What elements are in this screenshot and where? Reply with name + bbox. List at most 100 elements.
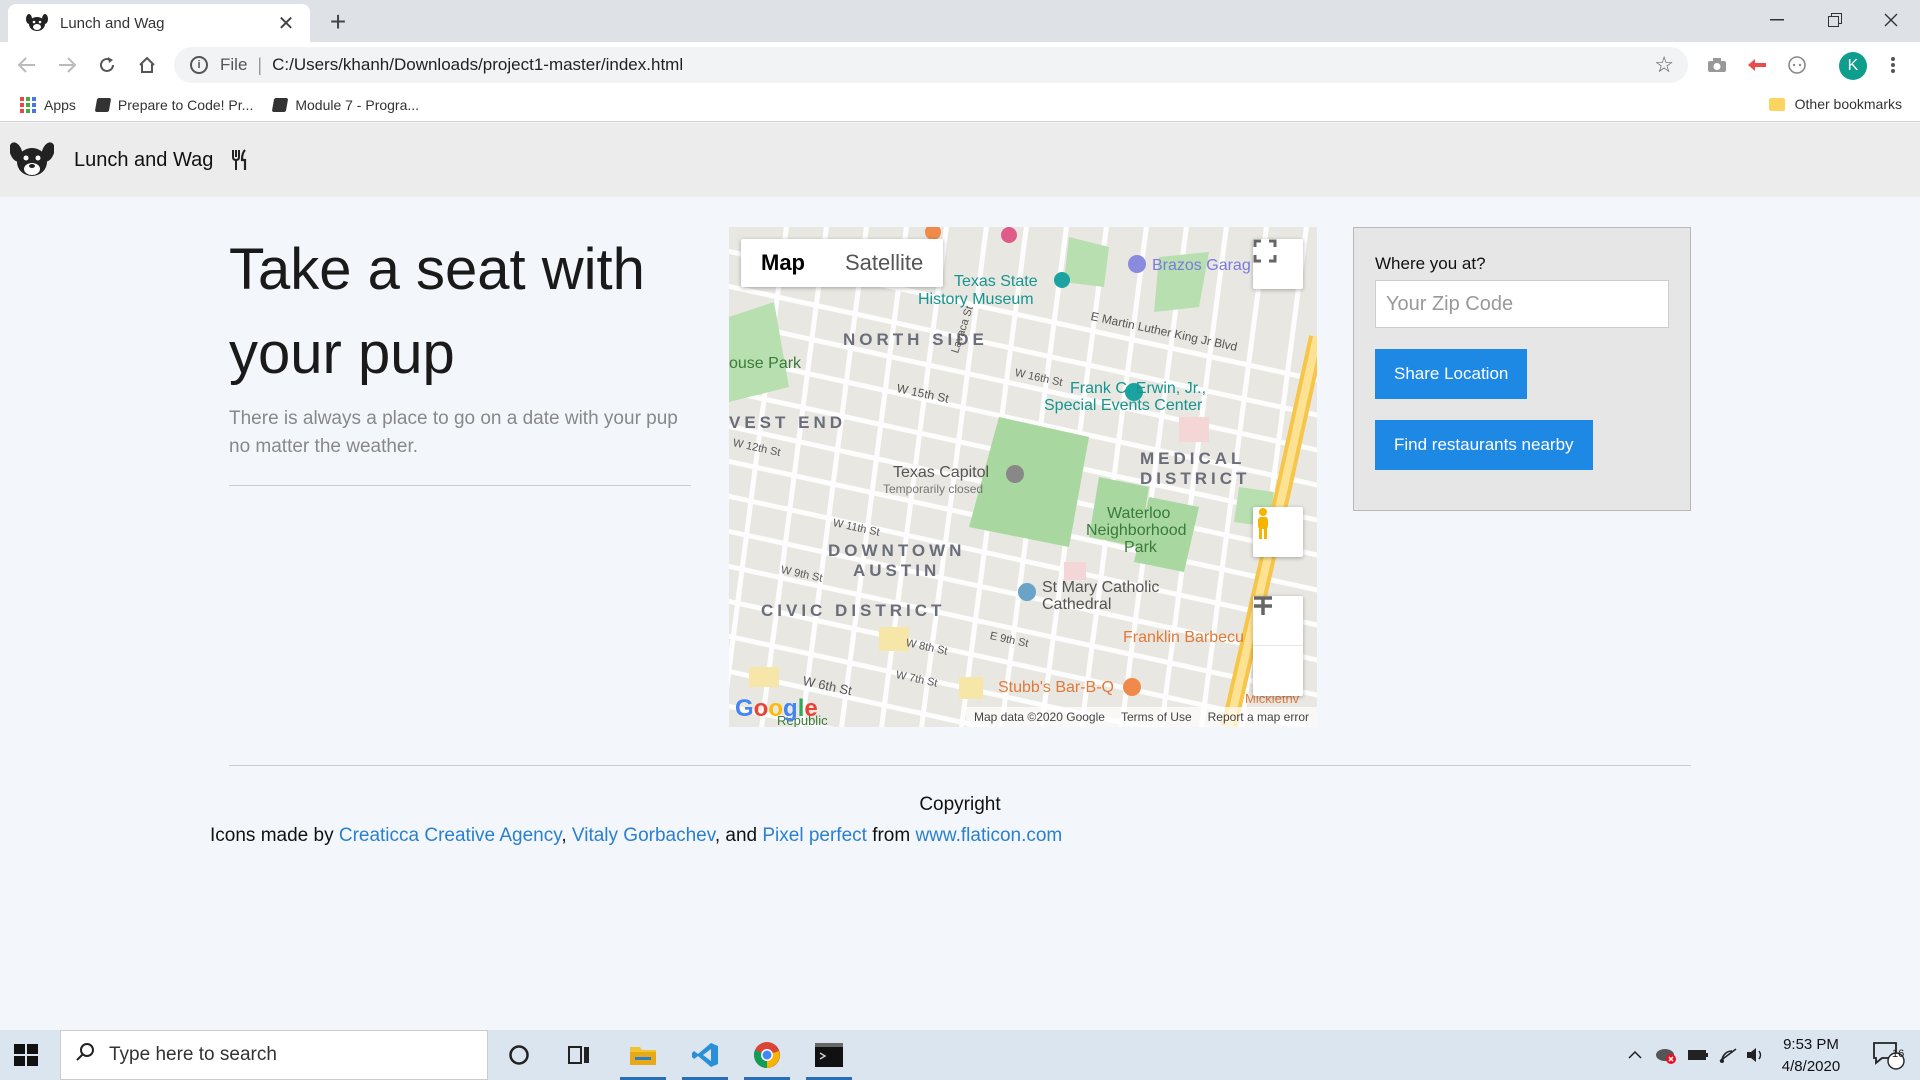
book-icon <box>272 97 289 112</box>
map-label-franklin[interactable]: Franklin Barbecu <box>1123 629 1244 647</box>
other-bookmarks[interactable]: Other bookmarks <box>1768 96 1902 112</box>
wifi-icon[interactable] <box>1714 1030 1742 1080</box>
bookmark-prepare-to-code[interactable]: Prepare to Code! Pr... <box>94 96 254 113</box>
map-label-st-mary-2[interactable]: Cathedral <box>1042 596 1111 614</box>
browser-tab[interactable]: Lunch and Wag ✕ <box>8 4 310 42</box>
map-label-district: DISTRICT <box>1140 469 1251 488</box>
tab-strip: Lunch and Wag ✕ + <box>0 0 1920 42</box>
map-label-history-museum-1[interactable]: Texas State <box>954 273 1038 291</box>
clock-time: 9:53 PM <box>1783 1036 1839 1053</box>
onedrive-error-icon[interactable] <box>1652 1030 1680 1080</box>
map-label-waterloo-2[interactable]: Neighborhood <box>1086 522 1187 540</box>
hero-divider <box>229 485 691 486</box>
zip-code-input[interactable] <box>1375 280 1669 328</box>
taskbar-clock[interactable]: 9:53 PM 4/8/2020 <box>1768 1034 1854 1078</box>
tray-chevron-icon[interactable] <box>1622 1030 1648 1080</box>
credits-prefix: Icons made by <box>210 825 339 846</box>
map-report-error-link[interactable]: Report a map error <box>1200 710 1317 724</box>
map-label-medical: MEDICAL <box>1140 449 1246 468</box>
bookmark-label: Prepare to Code! Pr... <box>117 96 254 113</box>
credit-link-pixel-perfect[interactable]: Pixel perfect <box>762 825 867 846</box>
profile-avatar[interactable]: K <box>1839 52 1867 80</box>
share-location-button[interactable]: Share Location <box>1375 349 1528 399</box>
credit-link-flaticon[interactable]: www.flaticon.com <box>915 825 1062 846</box>
map-label-waterloo-1[interactable]: Waterloo <box>1107 505 1170 523</box>
credit-link-creaticca[interactable]: Creaticca Creative Agency <box>339 825 561 846</box>
vscode-icon[interactable] <box>678 1030 732 1080</box>
credit-link-vitaly[interactable]: Vitaly Gorbachev <box>572 825 715 846</box>
map-label-erwin-center-2[interactable]: Special Events Center <box>1044 397 1202 415</box>
fullscreen-icon[interactable] <box>1253 239 1303 289</box>
reload-icon[interactable] <box>92 50 122 80</box>
camera-extension-icon[interactable] <box>1704 52 1730 78</box>
map-data-credit: Map data ©2020 Google <box>974 710 1105 724</box>
map-label-history-museum-2[interactable]: History Museum <box>918 291 1034 309</box>
file-explorer-icon[interactable] <box>616 1030 670 1080</box>
terminal-icon[interactable] <box>802 1030 856 1080</box>
map-label-waterloo-3[interactable]: Park <box>1124 539 1157 557</box>
map-label-stubbs[interactable]: Stubb's Bar-B-Q <box>998 679 1114 697</box>
tab-title: Lunch and Wag <box>60 14 165 32</box>
map-terms-link[interactable]: Terms of Use <box>1113 710 1200 724</box>
notifications-icon[interactable]: 16 <box>1864 1030 1914 1080</box>
address-bar[interactable]: i File | C:/Users/khanh/Downloads/projec… <box>174 47 1688 83</box>
location-panel: Where you at? Share Location Find restau… <box>1353 227 1691 511</box>
dog-logo-icon[interactable] <box>10 140 54 180</box>
taskbar-search-box[interactable]: Type here to search <box>60 1030 488 1080</box>
menu-kebab-icon[interactable] <box>1880 52 1906 78</box>
windows-taskbar: Type here to search 9:53 PM 4/8/2020 16 <box>0 1030 1920 1080</box>
url-text[interactable]: C:/Users/khanh/Downloads/project1-master… <box>272 55 1654 75</box>
icon-credits: Icons made by Creaticca Creative Agency,… <box>210 825 1062 847</box>
map-label-erwin-center-1[interactable]: Frank C. Erwin, Jr., <box>1070 380 1206 398</box>
brand-name[interactable]: Lunch and Wag <box>74 149 213 172</box>
map-type-map-button[interactable]: Map <box>741 239 825 287</box>
task-view-icon[interactable] <box>552 1030 606 1080</box>
clock-date: 4/8/2020 <box>1781 1058 1841 1075</box>
zoom-out-icon[interactable] <box>1253 596 1303 696</box>
url-separator: | <box>257 54 263 75</box>
bookmark-star-icon[interactable]: ☆ <box>1654 52 1674 78</box>
restore-icon[interactable] <box>1806 0 1864 40</box>
book-icon <box>94 97 112 112</box>
volume-icon[interactable] <box>1742 1030 1770 1080</box>
bookmark-apps[interactable]: Apps <box>20 96 76 113</box>
credits-sep: , and <box>714 825 763 846</box>
extension-icon[interactable] <box>1784 52 1810 78</box>
credits-sep: , <box>561 825 572 846</box>
find-restaurants-button[interactable]: Find restaurants nearby <box>1375 420 1593 470</box>
bookmarks-bar: Apps Prepare to Code! Pr... Module 7 - P… <box>0 88 1920 122</box>
bookmark-label: Apps <box>44 96 76 113</box>
new-tab-button[interactable]: + <box>322 6 354 38</box>
windows-start-icon[interactable] <box>14 1044 38 1066</box>
map-label-house-park[interactable]: ouse Park <box>729 355 801 373</box>
google-logo[interactable]: Google <box>735 695 818 723</box>
site-header: Lunch and Wag <box>0 123 1920 197</box>
map-label-texas-capitol[interactable]: Texas Capitol <box>893 464 989 482</box>
street-view-pegman-icon[interactable] <box>1253 507 1303 557</box>
site-info-icon[interactable]: i <box>190 56 208 74</box>
forward-icon[interactable] <box>52 50 82 80</box>
fork-knife-icon <box>232 149 247 170</box>
home-icon[interactable] <box>132 50 162 80</box>
zoom-control <box>1253 596 1303 696</box>
chrome-icon[interactable] <box>740 1030 794 1080</box>
back-icon[interactable] <box>12 50 42 80</box>
footer-divider <box>229 765 1691 766</box>
bookmark-label: Module 7 - Progra... <box>295 96 420 113</box>
zoom-in-icon[interactable] <box>1253 596 1303 646</box>
map-type-satellite-button[interactable]: Satellite <box>825 239 943 287</box>
bookmark-module-7[interactable]: Module 7 - Progra... <box>272 96 420 113</box>
map-label-west-end: VEST END <box>729 413 847 432</box>
map-label-brazos-garage[interactable]: Brazos Garag <box>1152 257 1251 275</box>
minimize-icon[interactable] <box>1748 0 1806 40</box>
tab-close-icon[interactable]: ✕ <box>274 11 298 36</box>
copyright-text: Copyright <box>919 794 1001 815</box>
apps-grid-icon <box>20 96 36 113</box>
battery-icon[interactable] <box>1684 1030 1712 1080</box>
taskbar-search-placeholder: Type here to search <box>109 1044 277 1065</box>
cortana-icon[interactable] <box>492 1030 546 1080</box>
google-map[interactable]: NORTH SIDE VEST END DOWNTOWN AUSTIN CIVI… <box>729 227 1317 727</box>
screencast-extension-icon[interactable] <box>1744 52 1770 78</box>
map-label-st-mary-1[interactable]: St Mary Catholic <box>1042 579 1159 597</box>
window-close-icon[interactable] <box>1862 0 1920 40</box>
